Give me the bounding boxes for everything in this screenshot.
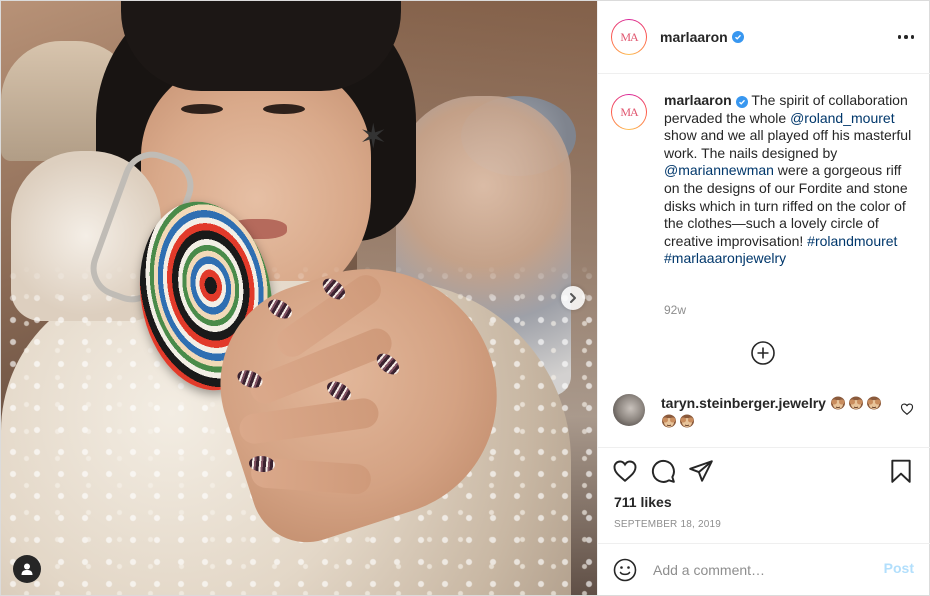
author-avatar-initials: MA: [612, 20, 646, 54]
post-photo[interactable]: ✶: [1, 1, 597, 595]
tagged-users-button[interactable]: [13, 555, 41, 583]
post-container: ✶ MA: [0, 0, 930, 596]
comment-item: taryn.steinberger.jewelry: [613, 394, 918, 430]
more-options-icon[interactable]: [896, 27, 916, 47]
comment-icon[interactable]: [650, 458, 676, 484]
post-time-ago[interactable]: 92w: [664, 303, 686, 317]
like-count[interactable]: 711 likes: [614, 494, 672, 510]
verified-badge-icon: [731, 31, 744, 43]
plus-circle-icon: [751, 341, 775, 365]
caption-text-segment: show and we all played off his masterful…: [664, 127, 912, 161]
smiley-icon[interactable]: [613, 558, 637, 582]
author-username[interactable]: marlaaron: [660, 29, 728, 45]
post-caption: MA marlaaron The spirit of collaboration…: [611, 92, 916, 268]
post-date[interactable]: SEPTEMBER 18, 2019: [614, 519, 721, 530]
post-comment-button[interactable]: Post: [884, 560, 914, 576]
commenter-avatar[interactable]: [613, 394, 645, 426]
add-comment-bar: Post: [598, 543, 930, 596]
comment-input[interactable]: [653, 559, 873, 581]
author-avatar[interactable]: MA: [611, 19, 647, 55]
see-no-evil-monkey-icon: [830, 396, 845, 410]
post-actions: 711 likes SEPTEMBER 18, 2019 Post: [598, 447, 930, 596]
post-header: MA marlaaron: [598, 1, 930, 74]
caption-link[interactable]: @mariannewman: [664, 162, 774, 178]
commenter-username[interactable]: taryn.steinberger.jewelry: [661, 395, 826, 411]
comment-text: taryn.steinberger.jewelry: [661, 394, 886, 430]
next-arrow-icon: [570, 293, 576, 303]
load-more-comments-button[interactable]: [750, 340, 776, 366]
post-details-panel: MA marlaaron MA marlaaron The spirit of …: [597, 1, 930, 596]
verified-badge-icon: [735, 96, 748, 108]
caption-text: marlaaron The spirit of collaboration pe…: [664, 92, 916, 268]
caption-avatar-initials: MA: [612, 95, 646, 129]
comment-like-heart-icon[interactable]: [900, 402, 914, 416]
caption-link[interactable]: #rolandmouret: [807, 233, 897, 249]
caption-link[interactable]: #marlaaaronjewelry: [664, 250, 786, 266]
caption-link[interactable]: @roland_mouret: [790, 110, 895, 126]
comments-section: MA marlaaron The spirit of collaboration…: [598, 74, 930, 446]
caption-username[interactable]: marlaaron: [664, 92, 732, 108]
bookmark-icon[interactable]: [888, 458, 914, 484]
see-no-evil-monkey-icon: [866, 396, 881, 410]
caption-author-avatar[interactable]: MA: [611, 94, 647, 130]
action-icons-row: [612, 458, 918, 486]
see-no-evil-monkey-icon: [848, 396, 863, 410]
caption-body: The spirit of collaboration pervaded the…: [664, 92, 911, 266]
see-no-evil-monkey-icon: [662, 414, 676, 428]
user-tag-icon: [21, 563, 33, 575]
heart-icon[interactable]: [612, 458, 638, 484]
see-no-evil-monkey-icon: [680, 414, 694, 428]
share-icon[interactable]: [688, 458, 714, 484]
next-photo-button[interactable]: [561, 286, 585, 310]
